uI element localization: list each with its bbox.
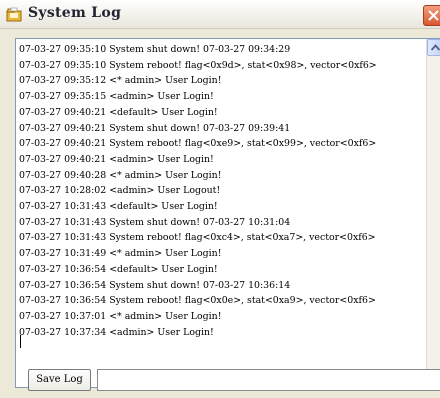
log-line: 07-03-27 09:35:12 <* admin> User Login! (19, 75, 222, 87)
title-bar[interactable]: System Log (0, 0, 440, 29)
app-icon (6, 6, 22, 22)
log-line: 07-03-27 09:40:21 System reboot! flag<0x… (19, 138, 377, 150)
vertical-scrollbar[interactable] (426, 39, 440, 387)
log-line: 07-03-27 10:28:02 <admin> User Logout! (19, 185, 221, 197)
status-field (97, 369, 440, 391)
log-line: 07-03-27 09:40:21 <default> User Login! (19, 106, 218, 118)
log-textarea[interactable]: 07-03-27 09:35:10 System shut down! 07-0… (15, 38, 440, 388)
arrow-up-icon (431, 44, 440, 51)
log-line: 07-03-27 10:36:54 System shut down! 07-0… (19, 279, 291, 291)
window-title: System Log (28, 5, 122, 21)
log-line: 07-03-27 10:37:34 <admin> User Login! (19, 326, 214, 338)
log-line: 07-03-27 10:31:43 <default> User Login! (19, 201, 218, 213)
close-button[interactable] (423, 5, 440, 26)
close-icon (428, 10, 439, 21)
save-log-button[interactable]: Save Log (28, 369, 91, 391)
log-line: 07-03-27 10:31:43 System reboot! flag<0x… (19, 232, 376, 244)
text-caret (20, 335, 21, 348)
log-content: 07-03-27 09:35:10 System shut down! 07-0… (19, 42, 419, 340)
log-line: 07-03-27 10:31:49 <* admin> User Login! (19, 248, 222, 260)
log-line: 07-03-27 09:35:10 System shut down! 07-0… (19, 44, 291, 55)
log-line: 07-03-27 09:40:21 <admin> User Login! (19, 153, 214, 165)
log-line: 07-03-27 09:40:28 <* admin> User Login! (19, 169, 222, 181)
log-line: 07-03-27 10:37:01 <* admin> User Login! (19, 310, 222, 322)
scroll-up-button[interactable] (427, 39, 440, 56)
log-line: 07-03-27 10:36:54 System reboot! flag<0x… (19, 295, 376, 307)
log-line: 07-03-27 09:40:21 System shut down! 07-0… (19, 122, 291, 134)
log-line: 07-03-27 10:36:54 <default> User Login! (19, 263, 218, 275)
log-line: 07-03-27 09:35:15 <admin> User Login! (19, 91, 214, 103)
log-line: 07-03-27 09:35:10 System reboot! flag<0x… (19, 59, 377, 71)
log-line: 07-03-27 10:31:43 System shut down! 07-0… (19, 216, 291, 228)
